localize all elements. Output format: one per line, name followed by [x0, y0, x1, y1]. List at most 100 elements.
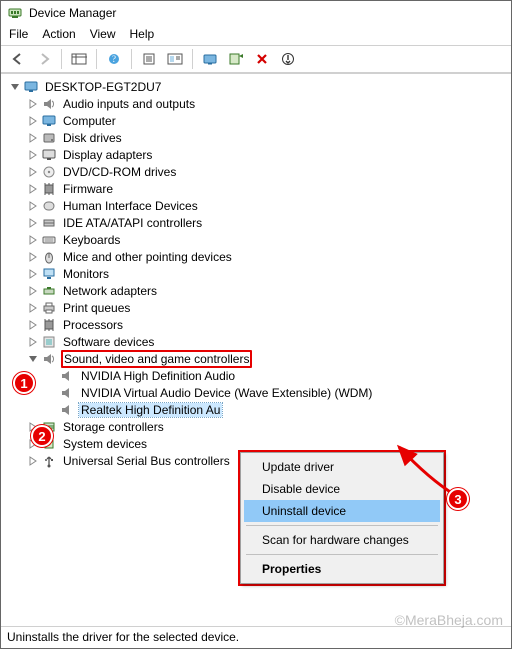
tree-item[interactable]: Software devices	[9, 333, 511, 350]
annotation-badge-2: 2	[31, 425, 53, 447]
expand-icon[interactable]	[27, 98, 39, 110]
tree-item[interactable]: Disk drives	[9, 129, 511, 146]
console-properties-button[interactable]	[164, 48, 186, 70]
annotation-badge-3: 3	[447, 488, 469, 510]
hid-icon	[41, 198, 57, 214]
toolbar: ?	[1, 45, 511, 73]
tree-item[interactable]: NVIDIA Virtual Audio Device (Wave Extens…	[9, 384, 511, 401]
speaker-icon	[59, 368, 75, 384]
expand-icon[interactable]	[27, 217, 39, 229]
watermark: ©MeraBheja.com	[395, 612, 503, 628]
menu-help[interactable]: Help	[130, 27, 155, 41]
cd-icon	[41, 164, 57, 180]
tree-root[interactable]: DESKTOP-EGT2DU7	[9, 78, 511, 95]
tree-item[interactable]: Audio inputs and outputs	[9, 95, 511, 112]
tree-item-realtek[interactable]: Realtek High Definition Au	[9, 401, 511, 418]
expand-icon[interactable]	[27, 115, 39, 127]
menu-file[interactable]: File	[9, 27, 28, 41]
keyboard-icon	[41, 232, 57, 248]
expand-icon[interactable]	[27, 319, 39, 331]
toolbar-separator	[192, 49, 193, 69]
tree-root-label: DESKTOP-EGT2DU7	[43, 80, 163, 94]
tree-item[interactable]: Human Interface Devices	[9, 197, 511, 214]
speaker-icon	[59, 385, 75, 401]
collapse-icon[interactable]	[9, 81, 21, 93]
ctx-properties[interactable]: Properties	[244, 558, 440, 580]
tree-item-label: Display adapters	[61, 148, 154, 162]
expand-icon[interactable]	[27, 302, 39, 314]
tree-item-label: Audio inputs and outputs	[61, 97, 197, 111]
ctx-scan-hardware[interactable]: Scan for hardware changes	[244, 529, 440, 551]
tree-item[interactable]: Network adapters	[9, 282, 511, 299]
expand-icon[interactable]	[27, 200, 39, 212]
tree-item-label: NVIDIA Virtual Audio Device (Wave Extens…	[79, 386, 374, 400]
tree-item-label: DVD/CD-ROM drives	[61, 165, 178, 179]
tree-item-label: Human Interface Devices	[61, 199, 200, 213]
expand-icon[interactable]	[27, 132, 39, 144]
expand-icon[interactable]	[27, 234, 39, 246]
ide-icon	[41, 215, 57, 231]
tree-item[interactable]: Monitors	[9, 265, 511, 282]
window-title: Device Manager	[29, 6, 116, 20]
tree-item-label: Disk drives	[61, 131, 124, 145]
tree-item-label: Monitors	[61, 267, 111, 281]
tree-item[interactable]: Storage controllers	[9, 418, 511, 435]
computer-icon	[23, 79, 39, 95]
tree-item[interactable]: DVD/CD-ROM drives	[9, 163, 511, 180]
status-bar: Uninstalls the driver for the selected d…	[1, 626, 511, 648]
expand-icon[interactable]	[27, 251, 39, 263]
tree-item-label: Sound, video and game controllers	[61, 350, 252, 368]
status-text: Uninstalls the driver for the selected d…	[7, 630, 239, 644]
toolbar-separator	[61, 49, 62, 69]
expand-icon[interactable]	[27, 166, 39, 178]
collapse-icon[interactable]	[27, 353, 39, 365]
tree-item[interactable]: Print queues	[9, 299, 511, 316]
device-manager-icon	[7, 5, 23, 21]
tree-item-label: Storage controllers	[61, 420, 166, 434]
tree-item[interactable]: Computer	[9, 112, 511, 129]
tree-item[interactable]: IDE ATA/ATAPI controllers	[9, 214, 511, 231]
enable-device-button[interactable]	[277, 48, 299, 70]
tree-item-label: Computer	[61, 114, 118, 128]
context-menu-separator	[246, 554, 438, 555]
tree-item[interactable]: NVIDIA High Definition Audio	[9, 367, 511, 384]
device-tree[interactable]: DESKTOP-EGT2DU7 Audio inputs and outputs…	[1, 78, 511, 469]
tree-item-label: IDE ATA/ATAPI controllers	[61, 216, 204, 230]
uninstall-device-button[interactable]	[251, 48, 273, 70]
forward-button[interactable]	[33, 48, 55, 70]
speaker-icon	[59, 402, 75, 418]
scan-hardware-button[interactable]	[225, 48, 247, 70]
svg-text:?: ?	[112, 54, 116, 64]
expand-icon[interactable]	[27, 183, 39, 195]
expand-icon[interactable]	[27, 268, 39, 280]
menu-view[interactable]: View	[90, 27, 116, 41]
properties-button[interactable]	[138, 48, 160, 70]
expand-icon[interactable]	[27, 455, 39, 467]
tree-item[interactable]: Display adapters	[9, 146, 511, 163]
expand-icon[interactable]	[27, 149, 39, 161]
expand-icon[interactable]	[27, 336, 39, 348]
tree-item-label: Keyboards	[61, 233, 122, 247]
expand-icon[interactable]	[27, 285, 39, 297]
cpu-icon	[41, 317, 57, 333]
back-button[interactable]	[7, 48, 29, 70]
tree-item-label: Firmware	[61, 182, 115, 196]
tree-item-label: Network adapters	[61, 284, 159, 298]
menu-action[interactable]: Action	[42, 27, 75, 41]
show-hide-console-button[interactable]	[68, 48, 90, 70]
tree-item[interactable]: Mice and other pointing devices	[9, 248, 511, 265]
update-driver-button[interactable]	[199, 48, 221, 70]
tree-item-label: Universal Serial Bus controllers	[61, 454, 232, 468]
tree-item-label: Mice and other pointing devices	[61, 250, 234, 264]
computer-icon	[41, 113, 57, 129]
tree-item-sound[interactable]: Sound, video and game controllers	[9, 350, 511, 367]
monitor-icon	[41, 266, 57, 282]
usb-icon	[41, 453, 57, 469]
tree-item[interactable]: Keyboards	[9, 231, 511, 248]
tree-item[interactable]: Processors	[9, 316, 511, 333]
help-button[interactable]: ?	[103, 48, 125, 70]
tree-item-label: Print queues	[61, 301, 132, 315]
tree-item[interactable]: Firmware	[9, 180, 511, 197]
sw-icon	[41, 334, 57, 350]
speaker-icon	[41, 96, 57, 112]
